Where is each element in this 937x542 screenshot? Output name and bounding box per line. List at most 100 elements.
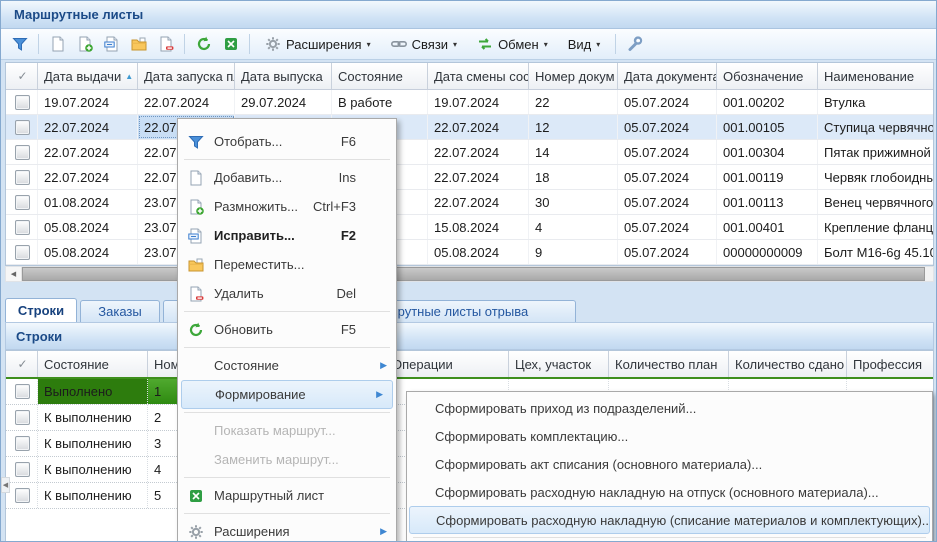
column-header[interactable]: Профессия [847, 351, 934, 377]
table-cell[interactable]: 05.07.2024 [618, 215, 717, 239]
table-cell[interactable]: 001.00113 [717, 190, 818, 214]
table-cell[interactable]: 001.00119 [717, 165, 818, 189]
table-row[interactable]: 01.08.202423.07.202422.07.20243005.07.20… [6, 190, 933, 215]
table-cell[interactable]: 05.07.2024 [618, 165, 717, 189]
menu-item[interactable]: ОбновитьF5 [178, 315, 396, 344]
column-header[interactable]: Состояние [38, 351, 148, 377]
table-cell[interactable]: Выполнено [38, 379, 148, 404]
table-cell[interactable]: 001.00202 [717, 90, 818, 114]
table-cell[interactable]: 22.07.2024 [38, 165, 138, 189]
checkbox[interactable] [15, 220, 30, 235]
table-cell[interactable]: Венец червячного к [818, 190, 934, 214]
table-cell[interactable]: 19.07.2024 [38, 90, 138, 114]
table-cell[interactable]: 15.08.2024 [428, 215, 529, 239]
table-cell[interactable]: 22.07.2024 [428, 190, 529, 214]
checkbox[interactable] [15, 170, 30, 185]
scrollbar-thumb[interactable] [22, 267, 925, 281]
table-cell[interactable]: 4 [529, 215, 618, 239]
table-row[interactable]: 22.07.202422.07.202422.07.20241805.07.20… [6, 165, 933, 190]
column-header[interactable]: Дата смены сос [428, 63, 529, 89]
menu-item[interactable]: Расширения▶ [178, 517, 396, 542]
table-cell[interactable]: Пятак прижимной [818, 140, 934, 164]
table-cell[interactable]: 18 [529, 165, 618, 189]
table-row[interactable]: 05.08.202423.07.202415.08.2024405.07.202… [6, 215, 933, 240]
table-cell[interactable]: 05.07.2024 [618, 240, 717, 264]
table-cell[interactable]: 30 [529, 190, 618, 214]
table-row[interactable]: 05.08.202423.07.202405.08.2024905.07.202… [6, 240, 933, 265]
checkbox[interactable] [15, 195, 30, 210]
column-header[interactable]: Наименование [818, 63, 934, 89]
table-cell[interactable]: 22.07.2024 [428, 165, 529, 189]
table-row[interactable]: 22.07.202422.07.202426.07.2024В работе22… [6, 115, 933, 140]
table-cell[interactable]: К выполнению [38, 405, 148, 430]
table-cell[interactable]: К выполнению [38, 457, 148, 482]
table-cell[interactable]: 05.07.2024 [618, 190, 717, 214]
menu-item[interactable]: Размножить...Ctrl+F3 [178, 192, 396, 221]
menu-item[interactable]: Отобрать...F6 [178, 127, 396, 156]
table-cell[interactable]: 05.07.2024 [618, 140, 717, 164]
table-cell[interactable]: 14 [529, 140, 618, 164]
settings-button[interactable] [622, 32, 647, 56]
table-cell[interactable]: 19.07.2024 [428, 90, 529, 114]
checkbox[interactable] [15, 488, 30, 503]
checkbox[interactable] [15, 145, 30, 160]
tab-lines[interactable]: Строки [5, 298, 77, 322]
table-cell[interactable]: Червяк глобоидный [818, 165, 934, 189]
menu-item[interactable]: Маршрутный лист [178, 481, 396, 510]
checkbox[interactable] [15, 462, 30, 477]
table-cell[interactable]: 12 [529, 115, 618, 139]
checkbox[interactable] [15, 245, 30, 260]
submenu-item[interactable]: Сформировать комплектацию... [407, 422, 932, 450]
table-cell[interactable]: 05.08.2024 [38, 240, 138, 264]
submenu-item[interactable]: Сформировать расходную накладную (списан… [409, 506, 930, 534]
table-cell[interactable]: 22.07.2024 [138, 90, 235, 114]
checkbox[interactable] [15, 384, 30, 399]
table-cell[interactable]: 22.07.2024 [428, 140, 529, 164]
column-header[interactable]: Дата выдачи▲ [38, 63, 138, 89]
column-header[interactable]: Обозначение [717, 63, 818, 89]
links-menu-button[interactable]: Связи▾ [382, 32, 466, 56]
table-cell[interactable]: 001.00105 [717, 115, 818, 139]
view-menu-button[interactable]: Вид▾ [559, 32, 610, 56]
select-all-header[interactable]: ✓ [6, 63, 38, 89]
table-cell[interactable]: 00000000009 [717, 240, 818, 264]
table-cell[interactable]: 22.07.2024 [38, 140, 138, 164]
table-cell[interactable]: Ступица червячного [818, 115, 934, 139]
menu-item[interactable]: Добавить...Ins [178, 163, 396, 192]
table-cell[interactable]: 001.00401 [717, 215, 818, 239]
delete-button[interactable] [153, 32, 178, 56]
table-cell[interactable]: 05.07.2024 [618, 115, 717, 139]
add-button[interactable] [45, 32, 70, 56]
table-cell[interactable]: Крепление фланцев [818, 215, 934, 239]
checkbox[interactable] [15, 410, 30, 425]
checkbox[interactable] [15, 120, 30, 135]
table-cell[interactable]: 22 [529, 90, 618, 114]
duplicate-button[interactable] [72, 32, 97, 56]
menu-item[interactable]: Формирование▶ [181, 380, 393, 409]
scroll-left-button[interactable]: ◀ [6, 267, 22, 281]
menu-item[interactable]: УдалитьDel [178, 279, 396, 308]
menu-item[interactable]: Переместить... [178, 250, 396, 279]
checkbox[interactable] [15, 95, 30, 110]
table-cell[interactable]: В работе [332, 90, 428, 114]
move-button[interactable] [126, 32, 151, 56]
column-header[interactable]: Дата запуска пл [138, 63, 235, 89]
table-cell[interactable]: К выполнению [38, 483, 148, 508]
table-cell[interactable]: 22.07.2024 [428, 115, 529, 139]
table-row[interactable]: 22.07.202422.07.202422.07.20241405.07.20… [6, 140, 933, 165]
menu-item[interactable]: Исправить...F2 [178, 221, 396, 250]
exchange-menu-button[interactable]: Обмен▾ [468, 32, 557, 56]
excel-button[interactable] [218, 32, 243, 56]
column-header[interactable]: Состояние [332, 63, 428, 89]
column-header[interactable]: Дата документа [618, 63, 717, 89]
column-header[interactable]: Количество план [609, 351, 729, 377]
table-cell[interactable]: 05.08.2024 [428, 240, 529, 264]
table-cell[interactable]: 29.07.2024 [235, 90, 332, 114]
column-header[interactable]: Номер докум [529, 63, 618, 89]
table-cell[interactable]: К выполнению [38, 431, 148, 456]
select-all-header[interactable]: ✓ [6, 351, 38, 377]
submenu-item[interactable]: Сформировать приход из подразделений... [407, 394, 932, 422]
scroll-left-button-small[interactable]: ◀ [1, 477, 10, 493]
menu-item[interactable]: Состояние▶ [178, 351, 396, 380]
column-header[interactable]: Количество сдано [729, 351, 847, 377]
